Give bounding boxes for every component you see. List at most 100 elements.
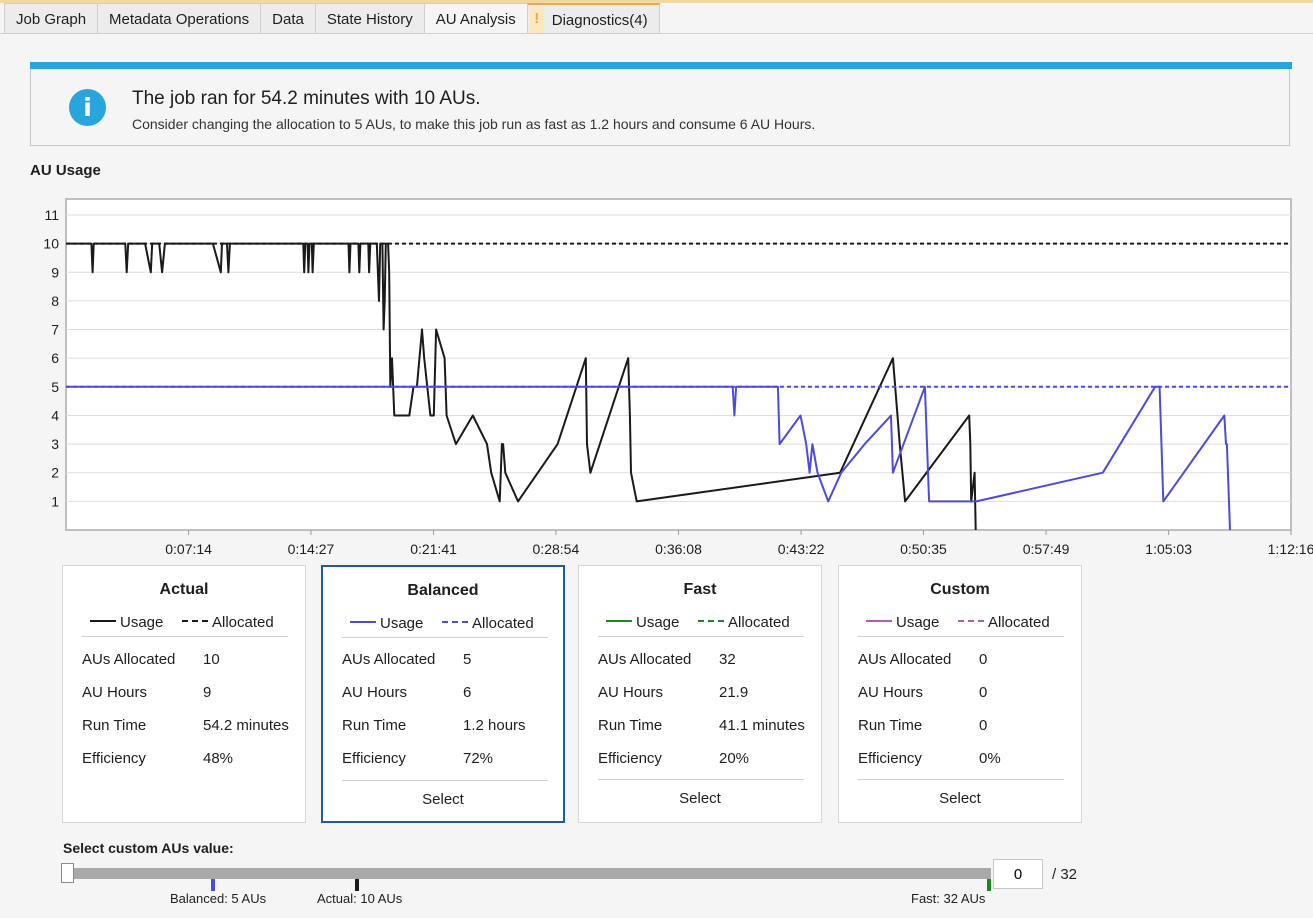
actual-marker-label: Actual: 10 AUs	[317, 891, 403, 906]
usage-line-swatch	[350, 621, 376, 624]
metric-key: Efficiency	[342, 750, 406, 767]
metric-key: Efficiency	[82, 750, 146, 767]
tab-au-analysis[interactable]: AU Analysis	[423, 3, 528, 33]
banner-title: The job ran for 54.2 minutes with 10 AUs…	[132, 88, 481, 109]
select-balanced-button[interactable]: Select	[323, 791, 563, 808]
metric-key: AUs Allocated	[858, 651, 952, 668]
metric-key: AU Hours	[342, 684, 408, 701]
usage-line-swatch	[606, 620, 632, 623]
custom-au-input[interactable]	[993, 859, 1043, 889]
metric-key: Run Time	[598, 717, 663, 734]
custom-au-label: Select custom AUs value:	[63, 840, 234, 856]
card-balanced: Balanced Usage Allocated AUs Allocated 5 AU H…	[321, 565, 565, 823]
card-divider	[342, 780, 548, 781]
tab-divider	[0, 33, 1313, 34]
metric-value: 10	[203, 651, 220, 668]
banner-accent-bar	[30, 62, 1292, 69]
y-tick-label: 5	[51, 379, 59, 395]
select-fast-button[interactable]: Select	[579, 790, 821, 807]
legend-usage-label: Usage	[120, 614, 164, 631]
y-tick-label: 3	[51, 436, 59, 452]
actual-marker	[355, 879, 359, 891]
tab-data[interactable]: Data	[260, 3, 316, 33]
card-divider	[858, 779, 1064, 780]
y-tick-label: 1	[51, 493, 59, 509]
legend-allocated-label: Allocated	[728, 614, 790, 631]
card-fast: Fast Usage Allocated AUs Allocated 32 AU Hour…	[578, 565, 822, 823]
metric-key: AU Hours	[858, 684, 924, 701]
metric-value: 21.9	[719, 684, 749, 701]
card-title: Balanced	[407, 582, 479, 599]
metric-key: AUs Allocated	[82, 651, 176, 668]
metric-key: Run Time	[342, 717, 407, 734]
card-legend: Usage Allocated	[858, 612, 1064, 637]
usage-line-swatch	[866, 620, 892, 623]
info-icon: i	[69, 89, 106, 126]
metric-value: 0%	[979, 750, 1001, 767]
metric-value: 48%	[203, 750, 234, 767]
metric-key: Efficiency	[858, 750, 922, 767]
legend-allocated: Allocated	[442, 615, 534, 632]
x-tick-label: 0:21:41	[410, 541, 457, 557]
warning-icon: !	[529, 7, 544, 33]
allocated-line-swatch	[442, 621, 468, 624]
metric-value: 41.1 minutes	[719, 717, 805, 734]
metric-value: 1.2 hours	[463, 717, 526, 734]
tab-strip: Job Graph Metadata Operations Data State…	[4, 3, 660, 34]
legend-usage: Usage	[866, 614, 939, 631]
y-tick-label: 2	[51, 465, 59, 481]
metric-key: Run Time	[858, 717, 923, 734]
card-divider	[598, 779, 804, 780]
card-actual: Actual Usage Allocated AUs Allocated 10 AU Ho…	[62, 565, 306, 823]
select-custom-button[interactable]: Select	[839, 790, 1081, 807]
legend-allocated-label: Allocated	[472, 615, 534, 632]
recommendation-banner: i The job ran for 54.2 minutes with 10 A…	[30, 62, 1292, 146]
metric-value: 0	[979, 651, 988, 668]
legend-allocated: Allocated	[698, 614, 790, 631]
allocated-line-swatch	[182, 620, 208, 623]
x-tick-label: 0:28:54	[533, 541, 580, 557]
banner-subtitle: Consider changing the allocation to 5 AU…	[132, 116, 816, 132]
fast-marker	[987, 879, 991, 891]
tab-diagnostics[interactable]: ! Diagnostics(4)	[526, 3, 660, 33]
metric-key: AU Hours	[598, 684, 664, 701]
card-title: Actual	[159, 581, 209, 598]
tab-metadata-operations[interactable]: Metadata Operations	[97, 3, 262, 33]
y-tick-label: 11	[44, 207, 59, 223]
custom-au-max: / 32	[1052, 866, 1078, 883]
balanced-marker-label: Balanced: 5 AUs	[170, 891, 267, 906]
slider-track[interactable]	[68, 868, 991, 879]
metric-value: 32	[719, 651, 736, 668]
card-legend: Usage Allocated	[82, 612, 288, 637]
metric-key: AUs Allocated	[342, 651, 436, 668]
fast-marker-label: Fast: 32 AUs	[911, 891, 986, 906]
tab-job-graph[interactable]: Job Graph	[4, 3, 99, 33]
metric-value: 54.2 minutes	[203, 717, 289, 734]
x-tick-label: 0:07:14	[165, 541, 212, 557]
slider-thumb[interactable]	[61, 863, 74, 883]
legend-usage: Usage	[90, 614, 163, 631]
y-tick-label: 6	[51, 350, 59, 366]
metric-value: 0	[979, 717, 988, 734]
allocated-line-swatch	[958, 620, 984, 623]
x-tick-label: 0:57:49	[1023, 541, 1070, 557]
x-tick-label: 1:12:16	[1268, 541, 1313, 557]
legend-allocated: Allocated	[182, 614, 274, 631]
metric-value: 9	[203, 684, 212, 701]
y-tick-label: 10	[43, 236, 59, 252]
tab-state-history[interactable]: State History	[314, 3, 425, 33]
au-usage-chart: 1 2 3 4 5 6 7 8 9 10 11 0:07:14 0:14:27 0:21:41 0:28:5…	[43, 198, 1313, 557]
card-legend: Usage Allocated	[342, 613, 548, 638]
chart-title: AU Usage	[30, 162, 101, 179]
usage-line-swatch	[90, 620, 116, 623]
y-tick-label: 7	[51, 322, 59, 338]
legend-usage-label: Usage	[380, 615, 424, 632]
metric-value: 72%	[463, 750, 494, 767]
card-title: Fast	[683, 581, 717, 598]
metric-key: Efficiency	[598, 750, 662, 767]
legend-allocated-label: Allocated	[212, 614, 274, 631]
metric-key: AU Hours	[82, 684, 148, 701]
card-title: Custom	[930, 581, 990, 598]
y-tick-label: 4	[51, 407, 59, 423]
legend-allocated: Allocated	[958, 614, 1050, 631]
